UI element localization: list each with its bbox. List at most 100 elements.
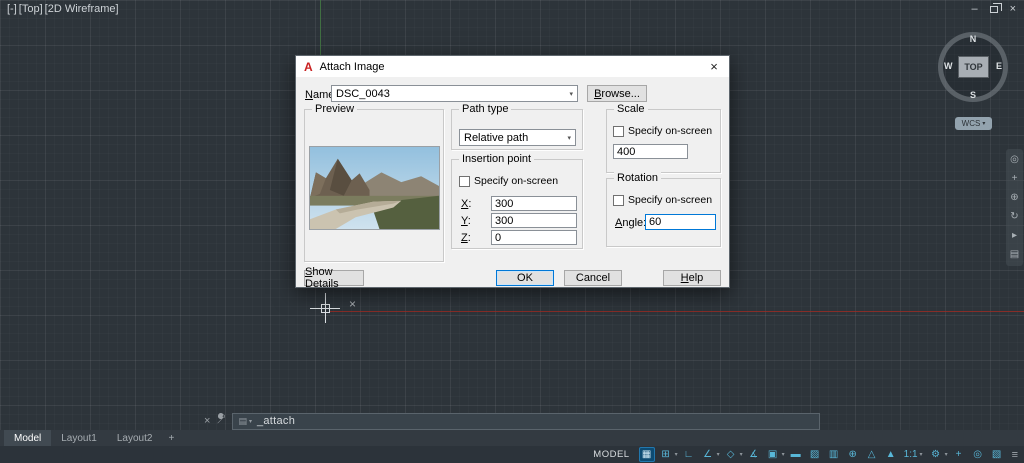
ortho-mode-icon[interactable]: ∟: [681, 447, 697, 462]
isolate-objects-icon[interactable]: ◎: [970, 447, 986, 462]
snap-mode-control[interactable]: ⊞ ▾: [658, 447, 678, 462]
annotation-scale-label: 1:1: [903, 449, 918, 460]
pan-icon[interactable]: +: [1012, 174, 1018, 184]
chevron-down-icon[interactable]: ▾: [920, 451, 923, 458]
transparency-icon[interactable]: ▨: [807, 447, 823, 462]
grid-display-icon[interactable]: ▦: [638, 447, 655, 462]
browse-button[interactable]: Browse...: [587, 85, 647, 102]
path-type-combobox[interactable]: Relative path ▾: [459, 129, 576, 146]
viewcube-north[interactable]: N: [938, 34, 1008, 44]
polar-tracking-control[interactable]: ∠ ▾: [700, 447, 720, 462]
tab-layout2[interactable]: Layout2: [107, 430, 163, 446]
restore-icon[interactable]: [989, 2, 1002, 13]
chevron-down-icon[interactable]: ▾: [717, 451, 720, 458]
show-details-button[interactable]: Show Details: [304, 266, 364, 290]
drawing-canvas[interactable]: [-] [Top] [2D Wireframe] – × N W E S TOP…: [0, 0, 1024, 463]
minimize-icon[interactable]: –: [971, 3, 977, 15]
command-close-icon[interactable]: ×: [204, 415, 210, 427]
polar-tracking-icon[interactable]: ∠: [700, 447, 716, 462]
add-layout-button[interactable]: +: [162, 430, 180, 446]
model-space-button[interactable]: MODEL: [593, 449, 629, 460]
rotation-specify-checkbox[interactable]: [613, 194, 624, 206]
viewcube-south[interactable]: S: [938, 90, 1008, 100]
tab-layout1[interactable]: Layout1: [51, 430, 107, 446]
rotation-group: Rotation Specify on-screen Angle:: [606, 172, 721, 247]
object-snap-tracking-icon[interactable]: ∡: [746, 447, 762, 462]
lineweight-icon[interactable]: ▬: [788, 447, 804, 462]
viewcube-east[interactable]: E: [996, 61, 1002, 71]
chevron-down-icon: ▾: [567, 134, 571, 142]
graphics-performance-icon[interactable]: ▧: [989, 447, 1005, 462]
scale-specify-checkbox[interactable]: [613, 125, 624, 137]
viewport-view-control[interactable]: [Top]: [19, 3, 43, 15]
customize-wrench-icon[interactable]: [215, 412, 227, 430]
showmotion-icon[interactable]: ▸: [1012, 231, 1017, 241]
scale-input[interactable]: [613, 144, 688, 159]
ok-button[interactable]: OK: [496, 270, 554, 286]
workspace-control[interactable]: ⚙ ▾: [928, 447, 948, 462]
dialog-titlebar[interactable]: A Attach Image: [296, 56, 729, 77]
isometric-drafting-icon[interactable]: ◇: [723, 447, 739, 462]
y-label: Y:: [461, 215, 471, 227]
name-combobox[interactable]: DSC_0043 ▾: [331, 85, 578, 102]
close-window-icon[interactable]: ×: [1010, 3, 1016, 15]
chevron-down-icon[interactable]: ▾: [782, 451, 785, 458]
viewport-visual-style-control[interactable]: [2D Wireframe]: [45, 3, 119, 15]
workspace-gear-icon[interactable]: ⚙: [928, 447, 944, 462]
rotation-specify-checkbox-row: Specify on-screen: [613, 194, 712, 206]
selection-cycling-icon[interactable]: ▥: [826, 447, 842, 462]
autoscale-icon[interactable]: ▲: [883, 447, 899, 462]
crosshair-pickbox: [321, 304, 330, 313]
chevron-down-icon[interactable]: ▾: [740, 451, 743, 458]
dialog-title: Attach Image: [319, 60, 385, 73]
scale-specify-label: Specify on-screen: [628, 125, 713, 137]
navbar-menu-icon[interactable]: ▤: [1010, 250, 1019, 260]
viewport-collapse-control[interactable]: [-]: [7, 3, 17, 15]
wcs-dropdown[interactable]: WCS ▾: [955, 117, 992, 130]
preview-image: [309, 146, 440, 230]
viewcube[interactable]: N W E S TOP: [938, 32, 1008, 102]
annotation-monitor-icon[interactable]: +: [951, 447, 967, 462]
help-button[interactable]: Help: [663, 270, 721, 286]
cancel-button[interactable]: Cancel: [564, 270, 622, 286]
viewport-controls: [-] [Top] [2D Wireframe]: [7, 3, 119, 15]
chevron-down-icon: ▾: [569, 90, 573, 98]
viewcube-west[interactable]: W: [944, 61, 953, 71]
attach-image-dialog: A Attach Image × Name: DSC_0043 ▾ Browse…: [295, 55, 730, 290]
chevron-down-icon[interactable]: ▾: [945, 451, 948, 458]
rotation-group-label: Rotation: [614, 172, 661, 184]
status-bar: MODEL ▦ ⊞ ▾ ∟ ∠ ▾ ◇ ▾ ∡ ▣ ▾ ▬ ▨ ▥ ⊕ △ ▲ …: [0, 446, 1024, 463]
tab-model[interactable]: Model: [4, 430, 52, 446]
y-input[interactable]: [491, 213, 577, 228]
angle-input[interactable]: [645, 214, 716, 230]
recent-commands-icon[interactable]: ▤ ▾: [238, 416, 252, 427]
snap-mode-icon[interactable]: ⊞: [658, 447, 674, 462]
dialog-close-icon[interactable]: ×: [699, 56, 729, 77]
command-text: _attach: [256, 415, 296, 427]
placement-x-marker: ×: [349, 297, 357, 311]
preview-group-label: Preview: [312, 103, 358, 115]
customize-icon[interactable]: ≡: [1012, 449, 1018, 461]
z-input[interactable]: [491, 230, 577, 245]
insertion-specify-checkbox[interactable]: [459, 175, 470, 187]
object-snap-icon[interactable]: ▣: [765, 447, 781, 462]
chevron-down-icon[interactable]: ▾: [675, 451, 678, 458]
zoom-icon[interactable]: ⊕: [1010, 193, 1018, 203]
isometric-drafting-control[interactable]: ◇ ▾: [723, 447, 743, 462]
scale-group-label: Scale: [614, 103, 648, 115]
navigation-wheel-icon[interactable]: ◎: [1010, 155, 1019, 165]
z-label: Z:: [461, 232, 471, 244]
angle-label: Angle:: [615, 217, 647, 229]
object-snap-control[interactable]: ▣ ▾: [765, 447, 785, 462]
insertion-specify-label: Specify on-screen: [474, 175, 559, 187]
x-input[interactable]: [491, 196, 577, 211]
annotation-visibility-icon[interactable]: △: [864, 447, 880, 462]
orbit-icon[interactable]: ↻: [1010, 212, 1018, 222]
x-axis-line: [330, 311, 1024, 312]
annotation-scale-control[interactable]: 1:1 ▾: [902, 449, 925, 460]
viewcube-top-face[interactable]: TOP: [958, 56, 989, 78]
chevron-down-icon: ▾: [982, 121, 986, 127]
command-input[interactable]: ▤ ▾ _attach: [232, 412, 820, 430]
name-value: DSC_0043: [336, 87, 390, 100]
dynamic-input-icon[interactable]: ⊕: [845, 447, 861, 462]
